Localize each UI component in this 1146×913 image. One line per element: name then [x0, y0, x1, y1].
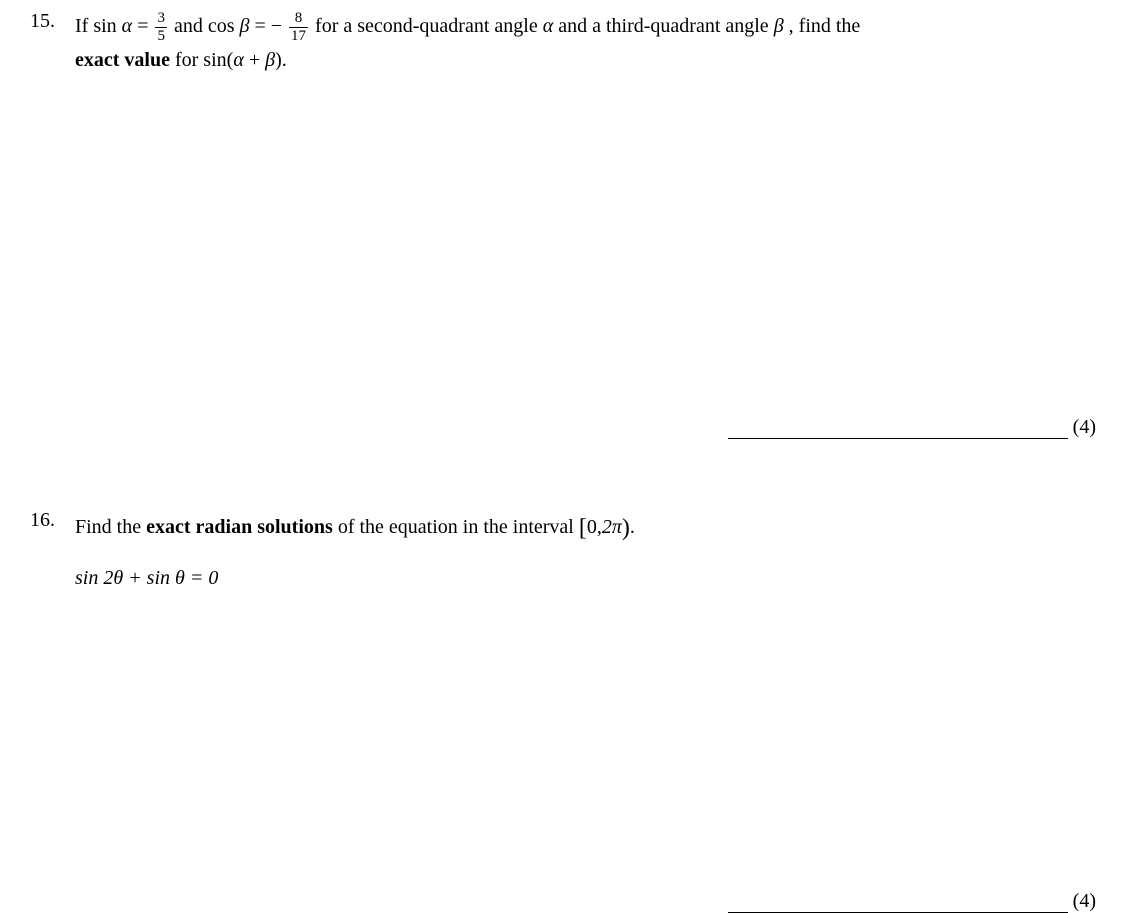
numerator: 8 [289, 11, 308, 28]
equation-16: sin 2θ + sin θ = 0 [75, 567, 1116, 590]
text: and a third-quadrant angle [553, 15, 773, 37]
period: . [630, 516, 635, 538]
question-body-15: If sin α = 35 and cos β = − 817 for a se… [75, 10, 1116, 76]
fraction-8-17: 817 [289, 11, 308, 44]
text: of the equation in the interval [333, 516, 579, 538]
fraction-3-5: 35 [155, 11, 167, 44]
answer-blank-15[interactable] [728, 438, 1068, 439]
beta-symbol: β [240, 15, 250, 37]
question-text-15: If sin α = 35 and cos β = − 817 for a se… [75, 10, 1116, 76]
question-number-16: 16. [30, 509, 75, 590]
text: and cos [169, 15, 240, 37]
numerator: 3 [155, 11, 167, 28]
paren-close: ) [622, 515, 630, 541]
alpha-symbol: α [122, 15, 133, 37]
work-space-16 [30, 610, 1116, 880]
alpha-symbol: α [233, 49, 244, 71]
bold-text: exact radian solutions [146, 516, 333, 538]
text: ). [275, 49, 287, 71]
text: If sin [75, 15, 122, 37]
equation-text: sin 2θ + sin θ = 0 [75, 567, 218, 589]
beta-symbol: β [265, 49, 275, 71]
text: , find the [784, 15, 861, 37]
question-text-16: Find the exact radian solutions of the e… [75, 509, 1116, 547]
question-15: 15. If sin α = 35 and cos β = − 817 for … [30, 10, 1116, 76]
question-16: 16. Find the exact radian solutions of t… [30, 509, 1116, 590]
points-15: (4) [1073, 416, 1096, 439]
interval: [0,2π) [579, 516, 630, 538]
two-pi: 2π [602, 516, 622, 538]
beta-symbol: β [774, 15, 784, 37]
denominator: 5 [155, 28, 167, 44]
text: for sin( [170, 49, 233, 71]
text: Find the [75, 516, 146, 538]
spacer [30, 439, 1116, 509]
text: = [132, 15, 153, 37]
text: = − [249, 15, 287, 37]
alpha-symbol: α [543, 15, 554, 37]
text: + [244, 49, 265, 71]
answer-row-15: (4) [30, 416, 1116, 439]
bold-text: exact value [75, 49, 170, 71]
work-space-15 [30, 96, 1116, 406]
text: for a second-quadrant angle [310, 15, 543, 37]
interval-start: 0, [587, 516, 602, 538]
denominator: 17 [289, 28, 308, 44]
question-number-15: 15. [30, 10, 75, 76]
question-body-16: Find the exact radian solutions of the e… [75, 509, 1116, 590]
bracket-open: [ [579, 515, 587, 541]
